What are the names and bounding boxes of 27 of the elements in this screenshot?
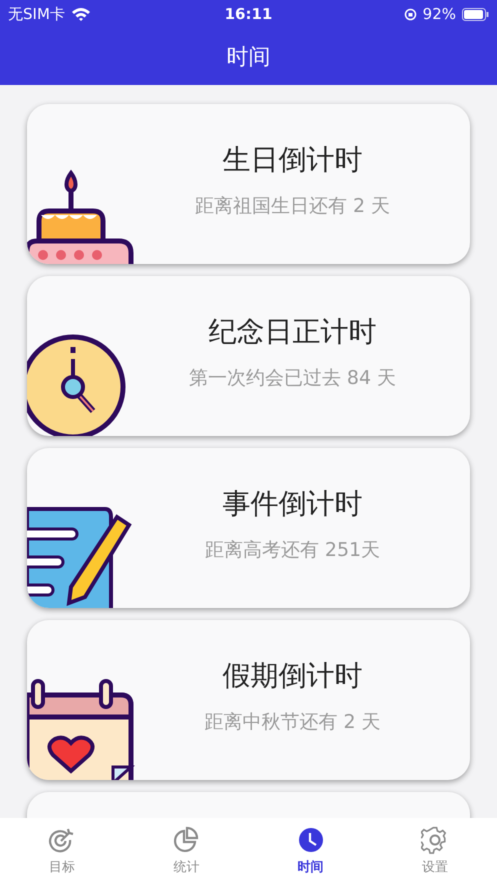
card-subtitle: 第一次约会已过去 84 天 (188, 366, 396, 391)
target-icon (49, 828, 74, 852)
settings-icon (420, 826, 446, 854)
pie-chart-icon (174, 826, 198, 852)
wifi-icon (70, 6, 91, 22)
tab-bar-item[interactable]: 时间 (248, 818, 373, 883)
tab-bar-item[interactable]: 设置 (372, 818, 497, 883)
carrier-label: 无SIM卡 (8, 4, 65, 24)
tab-bar-item[interactable]: 目标 (0, 818, 124, 883)
countdown-card[interactable]: 假期倒计时 距离中秋节还有 2 天 (27, 620, 470, 780)
tab-bar-item[interactable]: 统计 (124, 818, 248, 883)
card-title: 生日倒计时 (222, 142, 362, 178)
clock-time: 16:11 (224, 5, 272, 23)
card-title: 事件倒计时 (222, 486, 362, 522)
countdown-card[interactable]: 生日倒计时 距离祖国生日还有 2 天 (27, 104, 470, 264)
page-title: 时间 (226, 44, 270, 72)
countdown-card[interactable]: 事件倒计时 距离高考还有 251天 (27, 448, 470, 608)
battery-icon (462, 8, 489, 20)
battery-percent: 92% (422, 5, 456, 23)
clock-icon (298, 828, 323, 852)
card-subtitle: 距离祖国生日还有 2 天 (194, 194, 390, 219)
card-subtitle: 距离中秋节还有 2 天 (204, 710, 381, 735)
card-title: 假期倒计时 (222, 658, 362, 694)
rotation-lock-icon (404, 8, 417, 20)
countdown-card[interactable]: 纪念日正计时 第一次约会已过去 84 天 (27, 276, 470, 436)
card-subtitle: 距离高考还有 251天 (204, 538, 380, 563)
card-title: 纪念日正计时 (208, 314, 376, 350)
